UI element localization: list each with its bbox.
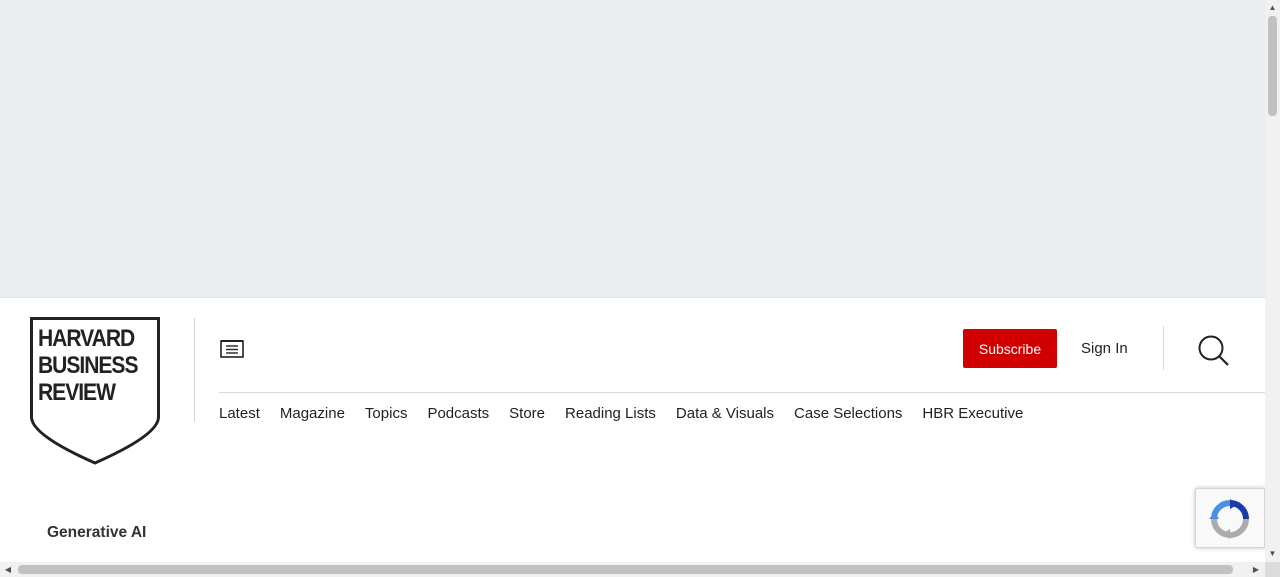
- nav-item-data-visuals[interactable]: Data & Visuals: [676, 405, 774, 422]
- nav-item-magazine[interactable]: Magazine: [280, 405, 345, 422]
- nav-item-topics[interactable]: Topics: [365, 405, 408, 422]
- logo-divider: [194, 318, 195, 422]
- action-divider: [1163, 326, 1164, 370]
- horizontal-scroll-thumb[interactable]: [18, 565, 1233, 574]
- vertical-scroll-thumb[interactable]: [1268, 16, 1277, 116]
- vertical-scrollbar[interactable]: ▲ ▼: [1265, 0, 1280, 562]
- scrollbar-corner: [1265, 562, 1280, 577]
- primary-nav: Latest Magazine Topics Podcasts Store Re…: [219, 405, 1023, 422]
- nav-item-hbr-executive[interactable]: HBR Executive: [922, 405, 1023, 422]
- sign-in-link[interactable]: Sign In: [1081, 340, 1128, 357]
- nav-item-store[interactable]: Store: [509, 405, 545, 422]
- nav-item-latest[interactable]: Latest: [219, 405, 260, 422]
- topic-label[interactable]: Generative AI: [47, 524, 146, 542]
- logo-line-2: BUSINESS: [38, 352, 138, 379]
- scroll-left-icon[interactable]: ◀: [2, 562, 14, 577]
- nav-item-case-selections[interactable]: Case Selections: [794, 405, 902, 422]
- nav-item-podcasts[interactable]: Podcasts: [427, 405, 489, 422]
- scroll-down-icon[interactable]: ▼: [1265, 546, 1280, 560]
- recaptcha-icon: [1209, 499, 1249, 539]
- logo-line-1: HARVARD: [38, 325, 135, 352]
- nav-item-reading-lists[interactable]: Reading Lists: [565, 405, 656, 422]
- subscribe-button[interactable]: Subscribe: [963, 329, 1057, 368]
- logo-wordmark: HARVARD BUSINESS REVIEW: [38, 325, 138, 406]
- menu-icon[interactable]: [219, 337, 247, 361]
- logo-line-3: REVIEW: [38, 379, 116, 406]
- scroll-up-icon[interactable]: ▲: [1265, 0, 1280, 14]
- horizontal-scrollbar[interactable]: ◀ ▶: [0, 562, 1265, 577]
- ad-banner: [0, 0, 1265, 298]
- hbr-logo[interactable]: HARVARD BUSINESS REVIEW: [30, 317, 160, 465]
- recaptcha-badge[interactable]: [1195, 488, 1265, 548]
- nav-divider: [219, 392, 1265, 393]
- site-header: HARVARD BUSINESS REVIEW Subscribe Sign I…: [0, 298, 1265, 562]
- search-icon[interactable]: [1196, 335, 1230, 367]
- scroll-right-icon[interactable]: ▶: [1250, 562, 1262, 577]
